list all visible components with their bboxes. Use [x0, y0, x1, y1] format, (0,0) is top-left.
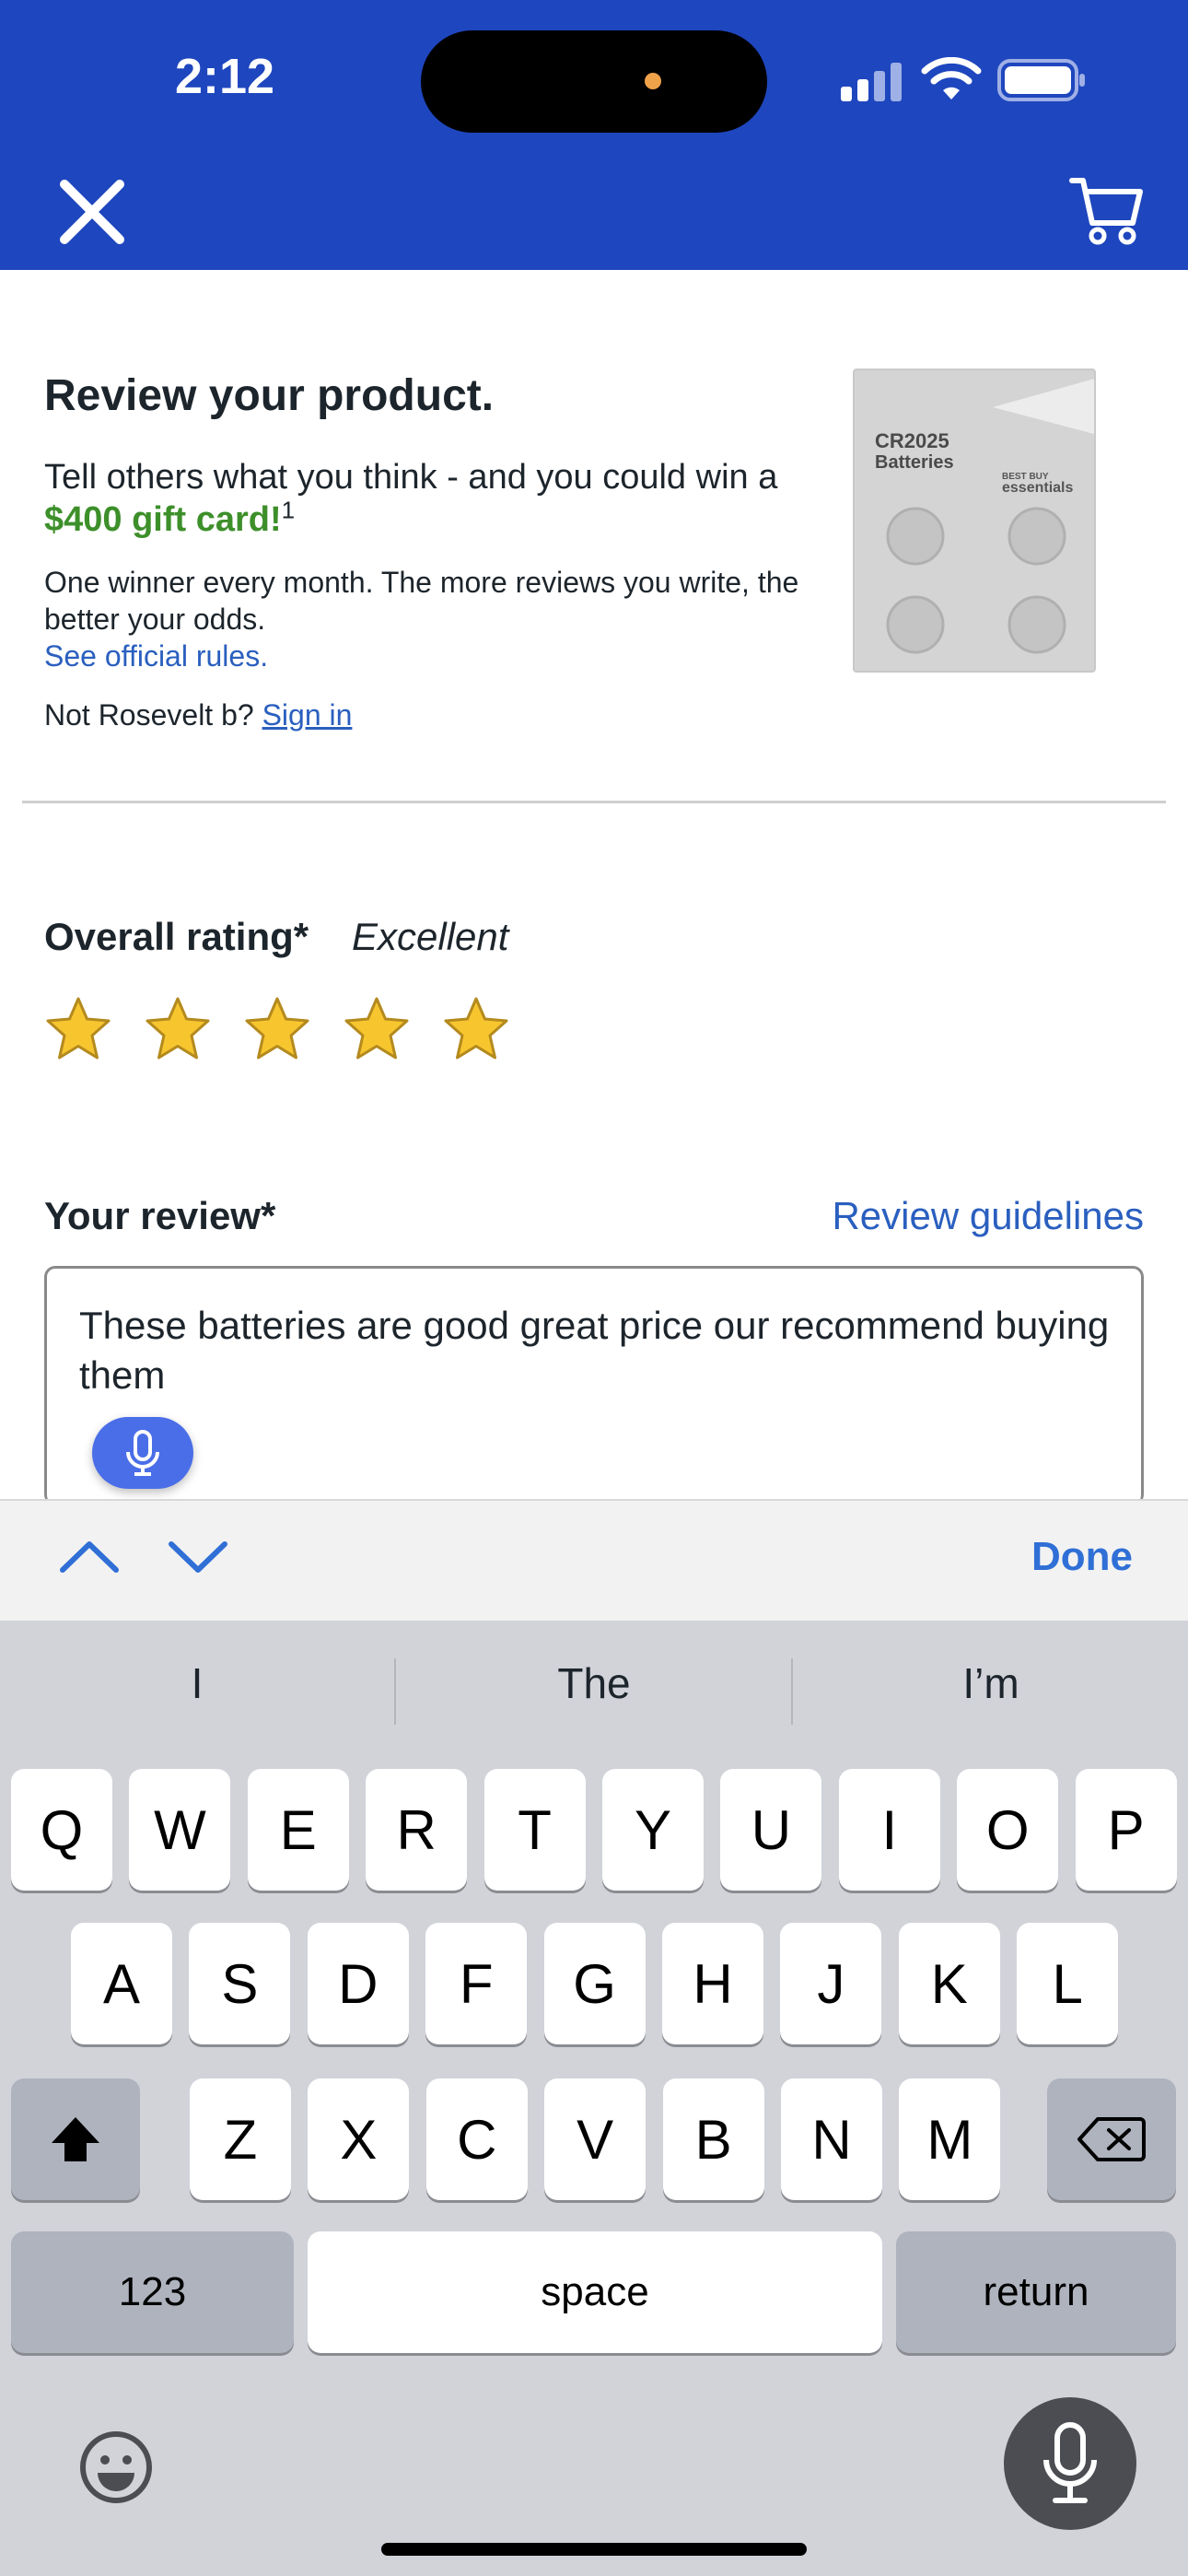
key-h[interactable]: H — [662, 1923, 763, 2044]
official-rules-link[interactable]: See official rules. — [44, 639, 268, 673]
rating-value-text: Excellent — [352, 915, 509, 958]
key-n[interactable]: N — [781, 2078, 882, 2200]
shift-key[interactable] — [11, 2078, 140, 2200]
key-i[interactable]: I — [838, 1769, 940, 1891]
review-text-value: These batteries are good great price our… — [79, 1304, 1110, 1397]
suggestion-separator — [394, 1658, 396, 1725]
voice-input-button[interactable] — [92, 1417, 193, 1489]
key-e[interactable]: E — [247, 1769, 349, 1891]
battery-icon — [997, 59, 1085, 101]
key-m[interactable]: M — [899, 2078, 1001, 2200]
chevron-up-icon[interactable] — [57, 1533, 122, 1579]
review-guidelines-link[interactable]: Review guidelines — [832, 1194, 1144, 1238]
key-q[interactable]: Q — [11, 1769, 112, 1891]
key-y[interactable]: Y — [602, 1769, 704, 1891]
cellular-signal-icon — [841, 63, 902, 101]
key-k[interactable]: K — [898, 1923, 1000, 2044]
your-review-label: Your review* — [44, 1194, 276, 1237]
key-x[interactable]: X — [308, 2078, 410, 2200]
numbers-key[interactable]: 123 — [11, 2231, 294, 2353]
dynamic-island — [421, 30, 767, 133]
key-f[interactable]: F — [425, 1923, 528, 2044]
delete-key[interactable] — [1047, 2078, 1176, 2200]
product-image: CR2025 Batteries BEST BUY essentials — [853, 369, 1096, 673]
suggestion-3[interactable]: I’m — [794, 1658, 1188, 1708]
privacy-indicator — [645, 73, 661, 89]
wifi-icon — [921, 57, 982, 100]
key-w[interactable]: W — [129, 1769, 231, 1891]
key-d[interactable]: D — [307, 1923, 409, 2044]
section-divider — [22, 801, 1166, 803]
key-u[interactable]: U — [720, 1769, 822, 1891]
not-user-text: Not Rosevelt b? — [44, 698, 254, 732]
page-title: Review your product. — [44, 371, 495, 420]
key-a[interactable]: A — [71, 1923, 172, 2044]
key-l[interactable]: L — [1017, 1923, 1119, 2044]
suggestion-1[interactable]: I — [0, 1658, 394, 1708]
sweepstakes-text: One winner every month. The more reviews… — [44, 566, 799, 636]
star-4-icon[interactable] — [343, 995, 411, 1063]
star-2-icon[interactable] — [144, 995, 212, 1063]
dictation-button[interactable] — [1004, 2397, 1136, 2530]
microphone-icon — [1043, 2422, 1097, 2503]
not-user-line: Not Rosevelt b? Sign in — [44, 698, 352, 732]
key-o[interactable]: O — [957, 1769, 1059, 1891]
product-label-type: Batteries — [875, 452, 954, 473]
chevron-down-icon[interactable] — [166, 1533, 230, 1579]
intro-text: Tell others what you think - and you cou… — [44, 456, 818, 541]
overall-rating-label: Overall rating* — [44, 915, 309, 958]
key-g[interactable]: G — [543, 1923, 646, 2044]
star-1-icon[interactable] — [44, 995, 112, 1063]
key-b[interactable]: B — [662, 2078, 764, 2200]
suggestion-separator — [791, 1658, 793, 1725]
microphone-icon — [126, 1430, 159, 1476]
cart-icon[interactable] — [1068, 171, 1146, 249]
star-5-icon[interactable] — [442, 995, 510, 1063]
intro-text-lead: Tell others what you think - and you cou… — [44, 458, 778, 497]
star-3-icon[interactable] — [243, 995, 311, 1063]
status-time: 2:12 — [175, 49, 275, 104]
space-key[interactable]: space — [308, 2231, 882, 2353]
key-t[interactable]: T — [483, 1769, 586, 1891]
key-v[interactable]: V — [544, 2078, 646, 2200]
backspace-icon — [1077, 2117, 1146, 2161]
key-j[interactable]: J — [780, 1923, 882, 2044]
return-key[interactable]: return — [896, 2231, 1176, 2353]
close-icon[interactable] — [55, 175, 129, 249]
gift-card-highlight: $400 gift card! — [44, 500, 282, 539]
key-r[interactable]: R — [366, 1769, 468, 1891]
battery-pack-illustration: CR2025 Batteries BEST BUY essentials — [855, 370, 1094, 671]
key-s[interactable]: S — [189, 1923, 291, 2044]
key-z[interactable]: Z — [190, 2078, 291, 2200]
footnote-marker: 1 — [281, 496, 296, 524]
sign-in-link[interactable]: Sign in — [262, 698, 353, 732]
product-brand-name: essentials — [1002, 480, 1073, 496]
home-indicator — [381, 2543, 807, 2556]
key-p[interactable]: P — [1075, 1769, 1177, 1891]
star-rating[interactable] — [44, 995, 510, 1063]
done-button[interactable]: Done — [1031, 1534, 1133, 1580]
key-c[interactable]: C — [425, 2078, 528, 2200]
suggestion-2[interactable]: The — [397, 1658, 791, 1708]
shift-icon — [52, 2117, 99, 2161]
emoji-icon[interactable] — [77, 2429, 155, 2506]
product-label-model: CR2025 — [875, 429, 949, 452]
